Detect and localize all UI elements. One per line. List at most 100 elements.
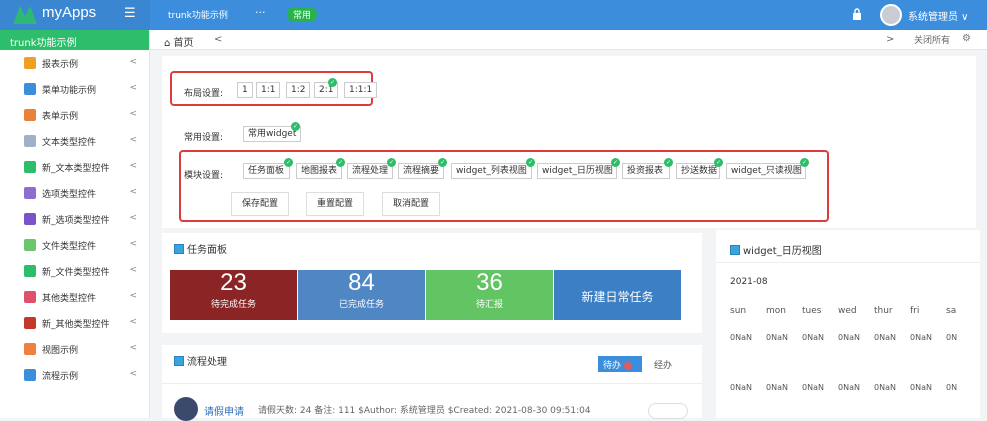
sidebar-item[interactable]: 文本类型控件 <	[0, 128, 149, 154]
scroll-right-icon[interactable]: >	[886, 34, 894, 45]
user-menu[interactable]: 系统管理员 ∨	[908, 8, 969, 23]
menu-item-icon	[24, 317, 36, 329]
brand: myApps ☰	[0, 0, 150, 30]
calendar-cell[interactable]: 0N	[946, 383, 982, 392]
tab-pending[interactable]: 待办	[598, 356, 642, 372]
task-tile[interactable]: 23 待完成任务	[170, 269, 297, 320]
sidebar-item[interactable]: 菜单功能示例 <	[0, 76, 149, 102]
flow-entry-title[interactable]: 请假申请	[204, 403, 244, 418]
gear-icon[interactable]: ⚙	[962, 33, 971, 44]
layout-option-button[interactable]: 1:1:1	[344, 82, 378, 98]
calendar-cell[interactable]: 0NaN	[766, 383, 802, 392]
sidebar-header[interactable]: trunk功能示例	[0, 30, 149, 50]
tile-label: 新建日常任务	[581, 290, 654, 304]
calendar-title-text: widget_日历视图	[743, 246, 822, 257]
chevron-left-icon: <	[129, 161, 137, 171]
close-all-button[interactable]: 关闭所有	[914, 33, 950, 46]
avatar[interactable]	[880, 4, 902, 26]
calendar-cell[interactable]: 0NaN	[838, 383, 874, 392]
sidebar-item-label: 新_其他类型控件	[42, 319, 110, 330]
tab-done[interactable]: 经办	[654, 358, 672, 371]
sidebar-item[interactable]: 新_选项类型控件 <	[0, 206, 149, 232]
layout-option-button[interactable]: 1:2	[286, 82, 311, 98]
sidebar-item-label: 表单示例	[42, 111, 79, 122]
panel-icon	[174, 243, 184, 254]
menu-item-icon	[24, 213, 36, 225]
check-icon: ✓	[664, 158, 673, 167]
check-icon: ✓	[291, 122, 300, 131]
module-option-button[interactable]: 任务面板	[243, 163, 290, 179]
chevron-left-icon: <	[129, 57, 137, 67]
check-icon: ✓	[714, 158, 723, 167]
layout-option-button[interactable]: 1:1	[256, 82, 281, 98]
sidebar-item-label: 新_选项类型控件	[42, 215, 110, 226]
calendar-cell[interactable]: 0NaN	[730, 333, 766, 342]
layout-option-button[interactable]: 1	[237, 82, 253, 98]
reset-config-button[interactable]: 重置配置	[306, 192, 365, 216]
module-option-button[interactable]: 地图报表	[296, 163, 342, 179]
cancel-config-button[interactable]: 取消配置	[382, 192, 441, 216]
sidebar-item[interactable]: 新_其他类型控件 <	[0, 310, 149, 336]
calendar-cell[interactable]: 0NaN	[730, 383, 766, 392]
task-panel-title-text: 任务面板	[187, 245, 227, 256]
divider	[162, 383, 702, 384]
avatar	[174, 397, 198, 421]
menu-item-icon	[24, 343, 36, 355]
sidebar-item[interactable]: 选项类型控件 <	[0, 180, 149, 206]
check-icon: ✓	[800, 158, 809, 167]
menu-item-icon	[24, 291, 36, 303]
tile-count: 36	[476, 269, 503, 296]
module-option-button[interactable]: 流程摘要	[398, 163, 444, 179]
scroll-left-icon[interactable]: <	[214, 34, 222, 45]
sidebar-item[interactable]: 文件类型控件 <	[0, 232, 149, 258]
sidebar-item-label: 文件类型控件	[42, 241, 97, 252]
panel-icon	[174, 355, 184, 366]
module-option-button[interactable]: widget_日历视图	[537, 163, 617, 179]
module-option-button[interactable]: widget_只读视图	[726, 163, 806, 179]
calendar-cell[interactable]: 0NaN	[766, 333, 802, 342]
calendar-cell[interactable]: 0NaN	[802, 333, 838, 342]
sidebar-item[interactable]: 新_文本类型控件 <	[0, 154, 149, 180]
calendar-cell[interactable]: 0NaN	[874, 383, 910, 392]
calendar-cell[interactable]: 0NaN	[874, 333, 910, 342]
tab-home[interactable]: ⌂ 首页	[164, 34, 194, 49]
calendar-cell[interactable]: 0N	[946, 333, 982, 342]
common-settings-label: 常用设置:	[184, 133, 224, 143]
common-chip[interactable]: 常用	[287, 7, 318, 22]
home-icon: ⌂	[164, 38, 171, 49]
menu-item-icon	[24, 239, 36, 251]
task-tile[interactable]: 84 已完成任务	[298, 269, 425, 320]
sidebar-item[interactable]: 新_文件类型控件 <	[0, 258, 149, 284]
sidebar-item[interactable]: 其他类型控件 <	[0, 284, 149, 310]
calendar-day-header: wed	[838, 306, 857, 316]
task-tile[interactable]: 36 待汇报	[426, 269, 553, 320]
calendar-cell[interactable]: 0NaN	[910, 333, 946, 342]
chevron-left-icon: <	[129, 369, 137, 379]
tile-label: 待汇报	[475, 300, 503, 310]
save-config-button[interactable]: 保存配置	[231, 192, 290, 216]
sidebar-item[interactable]: 表单示例 <	[0, 102, 149, 128]
calendar-day-header: sa	[946, 306, 957, 316]
task-tile[interactable]: 新建日常任务	[554, 270, 681, 320]
top-nav-item[interactable]: trunk功能示例	[168, 8, 228, 21]
flow-title-text: 流程处理	[187, 357, 227, 368]
chevron-left-icon: <	[129, 291, 137, 301]
check-icon: ✓	[336, 158, 345, 167]
menu-toggle-icon[interactable]: ☰	[124, 6, 136, 21]
lock-icon[interactable]	[852, 8, 862, 23]
sidebar-item[interactable]: 视图示例 <	[0, 336, 149, 362]
module-option-button[interactable]: 流程处理	[347, 163, 393, 179]
calendar-cell[interactable]: 0NaN	[910, 383, 946, 392]
module-option-button[interactable]: 投资报表	[622, 163, 670, 179]
flow-entry-button[interactable]	[648, 403, 688, 419]
more-icon[interactable]: ···	[255, 6, 266, 19]
sidebar-item[interactable]: 流程示例 <	[0, 362, 149, 388]
module-option-button[interactable]: 抄送数据	[676, 163, 720, 179]
sidebar-item[interactable]: 报表示例 <	[0, 50, 149, 76]
calendar-cell[interactable]: 0NaN	[802, 383, 838, 392]
calendar-cell[interactable]: 0NaN	[838, 333, 874, 342]
module-option-button[interactable]: widget_列表视图	[451, 163, 532, 179]
sidebar-item-label: 其他类型控件	[42, 293, 97, 304]
tab-pending-label: 待办	[603, 361, 622, 371]
menu-item-icon	[24, 135, 36, 147]
